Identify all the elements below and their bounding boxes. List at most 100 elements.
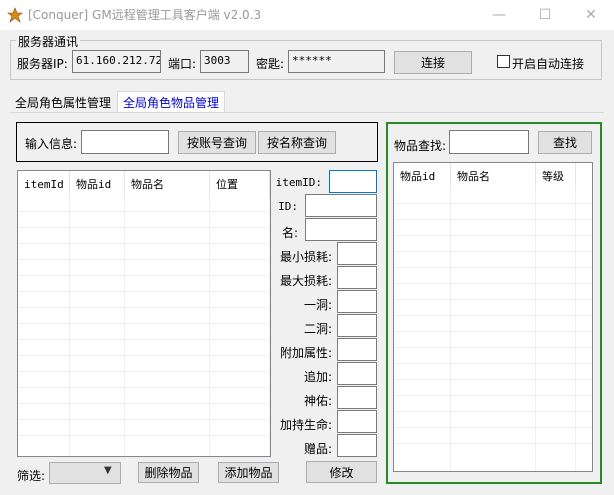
field-label-max-durability: 最大损耗: <box>279 274 332 288</box>
row-line <box>394 251 592 252</box>
column-header-search-item-name[interactable]: 物品名 <box>451 163 536 189</box>
row-line <box>18 227 270 228</box>
item-search-label: 物品查找: <box>394 139 447 153</box>
query-by-name-button[interactable]: 按名称查询 <box>258 131 336 154</box>
bless-field[interactable] <box>337 386 377 409</box>
column-divider <box>124 197 125 456</box>
row-line <box>18 259 270 260</box>
itemid-field[interactable] <box>329 170 377 193</box>
row-line <box>18 307 270 308</box>
max-durability-field[interactable] <box>337 266 377 289</box>
close-button[interactable]: ✕ <box>568 0 614 30</box>
tab-strip-divider <box>10 112 604 113</box>
plus-field[interactable] <box>337 362 377 385</box>
name-field[interactable] <box>305 218 377 241</box>
chevron-down-icon: ▼ <box>104 465 112 476</box>
socket-two-field[interactable] <box>337 314 377 337</box>
column-header-position[interactable]: 位置 <box>210 171 270 197</box>
query-input-label: 输入信息: <box>25 137 78 151</box>
row-line <box>394 283 592 284</box>
row-line <box>394 443 592 444</box>
column-divider <box>209 197 210 456</box>
row-line <box>394 379 592 380</box>
server-ip-field[interactable]: 61.160.212.72 <box>72 50 161 73</box>
delete-item-button[interactable]: 删除物品 <box>138 462 199 483</box>
row-line <box>394 427 592 428</box>
field-label-bless: 神佑: <box>303 394 332 408</box>
row-line <box>394 331 592 332</box>
app-icon <box>7 7 23 23</box>
find-button[interactable]: 查找 <box>538 131 592 154</box>
field-label-gift: 赠品: <box>303 442 332 456</box>
row-line <box>18 387 270 388</box>
key-label: 密匙: <box>256 57 285 71</box>
enchant-life-field[interactable] <box>337 410 377 433</box>
query-by-account-button[interactable]: 按账号查询 <box>178 131 256 154</box>
field-label-socket-one: 一洞: <box>303 298 332 312</box>
row-line <box>18 339 270 340</box>
extra-attribute-field[interactable] <box>337 338 377 361</box>
port-field[interactable]: 3003 <box>200 50 249 73</box>
field-label-name: 名: <box>281 226 298 240</box>
row-line <box>394 267 592 268</box>
autoconnect-label: 开启自动连接 <box>512 57 585 71</box>
field-label-enchant-life: 加持生命: <box>279 418 332 432</box>
tab-role-attributes[interactable]: 全局角色属性管理 <box>10 91 116 113</box>
field-label-plus: 追加: <box>303 370 332 384</box>
window-title: [Conquer] GM远程管理工具客户端 v2.0.3 <box>28 8 262 22</box>
row-line <box>394 363 592 364</box>
field-label-id: ID: <box>278 200 298 213</box>
gift-field[interactable] <box>337 434 377 457</box>
item-search-listview[interactable]: 物品id 物品名 等级 <box>393 162 593 472</box>
key-field[interactable]: ****** <box>288 50 385 73</box>
column-header-item-id[interactable]: 物品id <box>70 171 125 197</box>
row-line <box>394 203 592 204</box>
row-line <box>18 211 270 212</box>
field-label-extra-attribute: 附加属性: <box>279 346 332 360</box>
server-ip-label: 服务器IP: <box>17 57 68 71</box>
column-header-item-name[interactable]: 物品名 <box>125 171 210 197</box>
column-header-level[interactable]: 等级 <box>536 163 576 189</box>
row-line <box>394 411 592 412</box>
column-divider <box>535 189 536 471</box>
row-line <box>18 371 270 372</box>
socket-one-field[interactable] <box>337 290 377 313</box>
filter-label: 筛选: <box>17 469 46 483</box>
row-line <box>394 219 592 220</box>
column-divider <box>450 189 451 471</box>
row-line <box>18 275 270 276</box>
field-label-itemid: itemID: <box>275 176 322 189</box>
tab-role-items[interactable]: 全局角色物品管理 <box>117 91 226 113</box>
row-line <box>394 347 592 348</box>
row-line <box>18 323 270 324</box>
filter-select[interactable]: ▼ <box>49 462 121 484</box>
row-line <box>394 299 592 300</box>
port-label: 端口: <box>168 57 197 71</box>
autoconnect-checkbox[interactable] <box>497 55 510 68</box>
id-field[interactable] <box>305 194 377 217</box>
column-divider <box>575 189 576 471</box>
row-line <box>18 435 270 436</box>
item-search-input[interactable] <box>449 130 529 154</box>
row-line <box>18 419 270 420</box>
row-line <box>18 243 270 244</box>
field-label-socket-two: 二洞: <box>303 322 332 336</box>
field-label-min-durability: 最小损耗: <box>279 250 332 264</box>
row-line <box>18 355 270 356</box>
modify-button[interactable]: 修改 <box>306 461 377 483</box>
row-line <box>394 395 592 396</box>
query-input[interactable] <box>81 130 169 154</box>
item-listview[interactable]: itemId 物品id 物品名 位置 <box>17 170 271 457</box>
column-header-itemid[interactable]: itemId <box>18 171 70 197</box>
add-item-button[interactable]: 添加物品 <box>218 462 279 483</box>
min-durability-field[interactable] <box>337 242 377 265</box>
row-line <box>394 235 592 236</box>
column-header-search-item-id[interactable]: 物品id <box>394 163 451 189</box>
minimize-button[interactable]: — <box>476 0 522 30</box>
connect-button[interactable]: 连接 <box>394 51 472 74</box>
row-line <box>394 315 592 316</box>
column-divider <box>69 197 70 456</box>
row-line <box>18 291 270 292</box>
server-group-legend: 服务器通讯 <box>16 33 81 50</box>
maximize-button[interactable]: ☐ <box>522 0 568 30</box>
